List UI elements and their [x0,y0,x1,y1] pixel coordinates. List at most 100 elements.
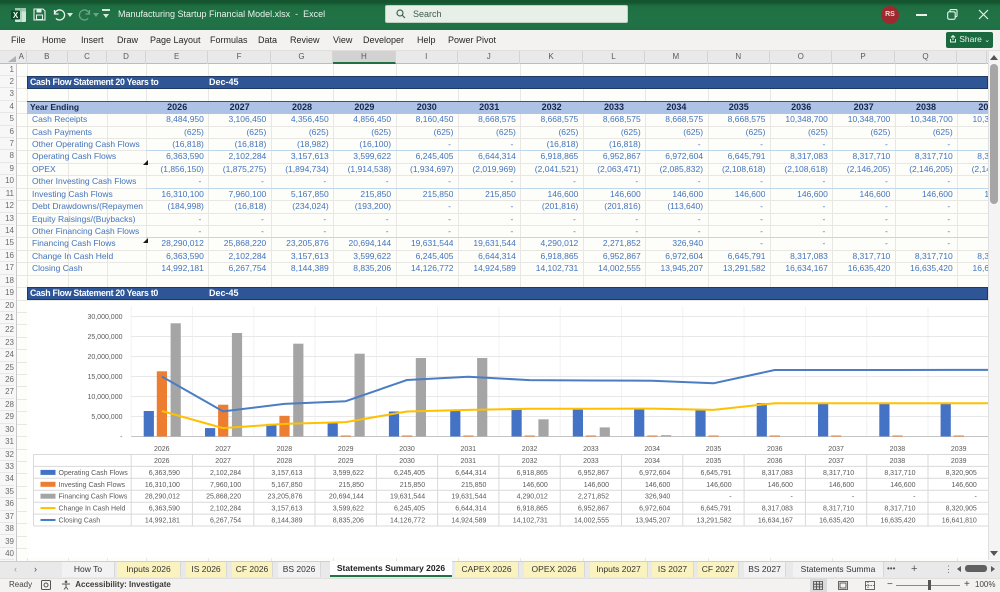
svg-text:25,868,220: 25,868,220 [206,493,241,500]
svg-text:6,644,314: 6,644,314 [455,505,486,512]
svg-text:6,363,590: 6,363,590 [148,469,179,476]
svg-text:146,600: 146,600 [951,481,976,488]
svg-text:Investing Cash Flows: Investing Cash Flows [58,481,125,488]
svg-text:14,924,589: 14,924,589 [451,517,486,524]
svg-text:146,600: 146,600 [890,481,915,488]
svg-text:6,952,867: 6,952,867 [577,469,608,476]
svg-text:2038: 2038 [889,458,905,465]
svg-text:6,644,314: 6,644,314 [455,469,486,476]
svg-text:2028: 2028 [276,446,292,453]
svg-text:14,002,555: 14,002,555 [573,517,608,524]
svg-text:16,635,420: 16,635,420 [819,517,854,524]
svg-text:Closing Cash: Closing Cash [58,517,100,524]
svg-text:146,600: 146,600 [644,481,669,488]
svg-text:10,000,000: 10,000,000 [87,394,122,401]
svg-text:6,267,754: 6,267,754 [210,517,241,524]
svg-text:3,157,613: 3,157,613 [271,469,302,476]
svg-text:20,000,000: 20,000,000 [87,354,122,361]
svg-text:8,320,905: 8,320,905 [945,505,976,512]
svg-text:6,245,405: 6,245,405 [393,505,424,512]
svg-text:2031: 2031 [460,446,476,453]
svg-text:2026: 2026 [154,458,170,465]
svg-text:28,290,012: 28,290,012 [144,493,179,500]
svg-text:2,102,284: 2,102,284 [210,505,241,512]
svg-text:2031: 2031 [460,458,476,465]
svg-text:23,205,876: 23,205,876 [267,493,302,500]
svg-text:6,245,405: 6,245,405 [393,469,424,476]
svg-text:2030: 2030 [399,458,415,465]
svg-text:16,634,167: 16,634,167 [757,517,792,524]
svg-text:2036: 2036 [767,458,783,465]
svg-text:326,940: 326,940 [644,493,669,500]
svg-text:2030: 2030 [399,446,415,453]
svg-text:7,960,100: 7,960,100 [210,481,241,488]
svg-text:146,600: 146,600 [767,481,792,488]
svg-text:Operating Cash Flows: Operating Cash Flows [58,469,128,476]
svg-text:8,317,083: 8,317,083 [761,469,792,476]
svg-text:5,167,850: 5,167,850 [271,481,302,488]
svg-text:8,835,206: 8,835,206 [332,517,363,524]
svg-text:8,317,710: 8,317,710 [884,469,915,476]
svg-text:2,102,284: 2,102,284 [210,469,241,476]
svg-text:8,317,083: 8,317,083 [761,505,792,512]
svg-text:2035: 2035 [705,446,721,453]
svg-text:16,310,100: 16,310,100 [144,481,179,488]
svg-text:2037: 2037 [828,458,844,465]
svg-text:215,850: 215,850 [399,481,424,488]
svg-text:3,157,613: 3,157,613 [271,505,302,512]
svg-text:16,641,810: 16,641,810 [941,517,976,524]
svg-text:3,599,622: 3,599,622 [332,469,363,476]
svg-text:2039: 2039 [950,458,966,465]
svg-text:146,600: 146,600 [583,481,608,488]
svg-text:5,000,000: 5,000,000 [91,414,122,421]
svg-text:2034: 2034 [644,446,660,453]
svg-text:6,918,865: 6,918,865 [516,469,547,476]
svg-text:2035: 2035 [705,458,721,465]
svg-text:2033: 2033 [583,458,599,465]
svg-text:6,972,604: 6,972,604 [639,505,670,512]
svg-text:19,631,544: 19,631,544 [390,493,425,500]
svg-text:14,126,772: 14,126,772 [390,517,425,524]
svg-text:2034: 2034 [644,458,660,465]
svg-text:146,600: 146,600 [522,481,547,488]
svg-text:8,317,710: 8,317,710 [823,469,854,476]
svg-text:3,599,622: 3,599,622 [332,505,363,512]
svg-text:25,000,000: 25,000,000 [87,334,122,341]
svg-text:8,320,905: 8,320,905 [945,469,976,476]
svg-text:2026: 2026 [154,446,170,453]
svg-text:30,000,000: 30,000,000 [87,314,122,321]
svg-text:14,992,181: 14,992,181 [144,517,179,524]
svg-text:146,600: 146,600 [706,481,731,488]
svg-text:15,000,000: 15,000,000 [87,374,122,381]
svg-text:2029: 2029 [337,458,353,465]
svg-text:Financing Cash Flows: Financing Cash Flows [58,493,127,500]
svg-text:16,635,420: 16,635,420 [880,517,915,524]
svg-text:6,363,590: 6,363,590 [148,505,179,512]
svg-text:19,631,544: 19,631,544 [451,493,486,500]
svg-text:2039: 2039 [950,446,966,453]
svg-text:13,945,207: 13,945,207 [635,517,670,524]
svg-text:Change In Cash Held: Change In Cash Held [58,505,125,512]
svg-text:6,972,604: 6,972,604 [639,469,670,476]
svg-text:2037: 2037 [828,446,844,453]
svg-text:215,850: 215,850 [338,481,363,488]
svg-text:X: X [13,11,19,20]
svg-text:6,952,867: 6,952,867 [577,505,608,512]
svg-text:8,144,389: 8,144,389 [271,517,302,524]
svg-text:2,271,852: 2,271,852 [577,493,608,500]
svg-text:2036: 2036 [767,446,783,453]
svg-text:2032: 2032 [521,458,537,465]
svg-text:13,291,582: 13,291,582 [696,517,731,524]
svg-text:20,694,144: 20,694,144 [328,493,363,500]
svg-text:2032: 2032 [521,446,537,453]
svg-text:2027: 2027 [215,446,231,453]
svg-text:6,645,791: 6,645,791 [700,505,731,512]
svg-text:215,850: 215,850 [461,481,486,488]
svg-text:2027: 2027 [215,458,231,465]
svg-text:6,645,791: 6,645,791 [700,469,731,476]
svg-text:2033: 2033 [583,446,599,453]
svg-text:8,317,710: 8,317,710 [884,505,915,512]
svg-text:2038: 2038 [889,446,905,453]
svg-text:2029: 2029 [337,446,353,453]
svg-text:6,918,865: 6,918,865 [516,505,547,512]
